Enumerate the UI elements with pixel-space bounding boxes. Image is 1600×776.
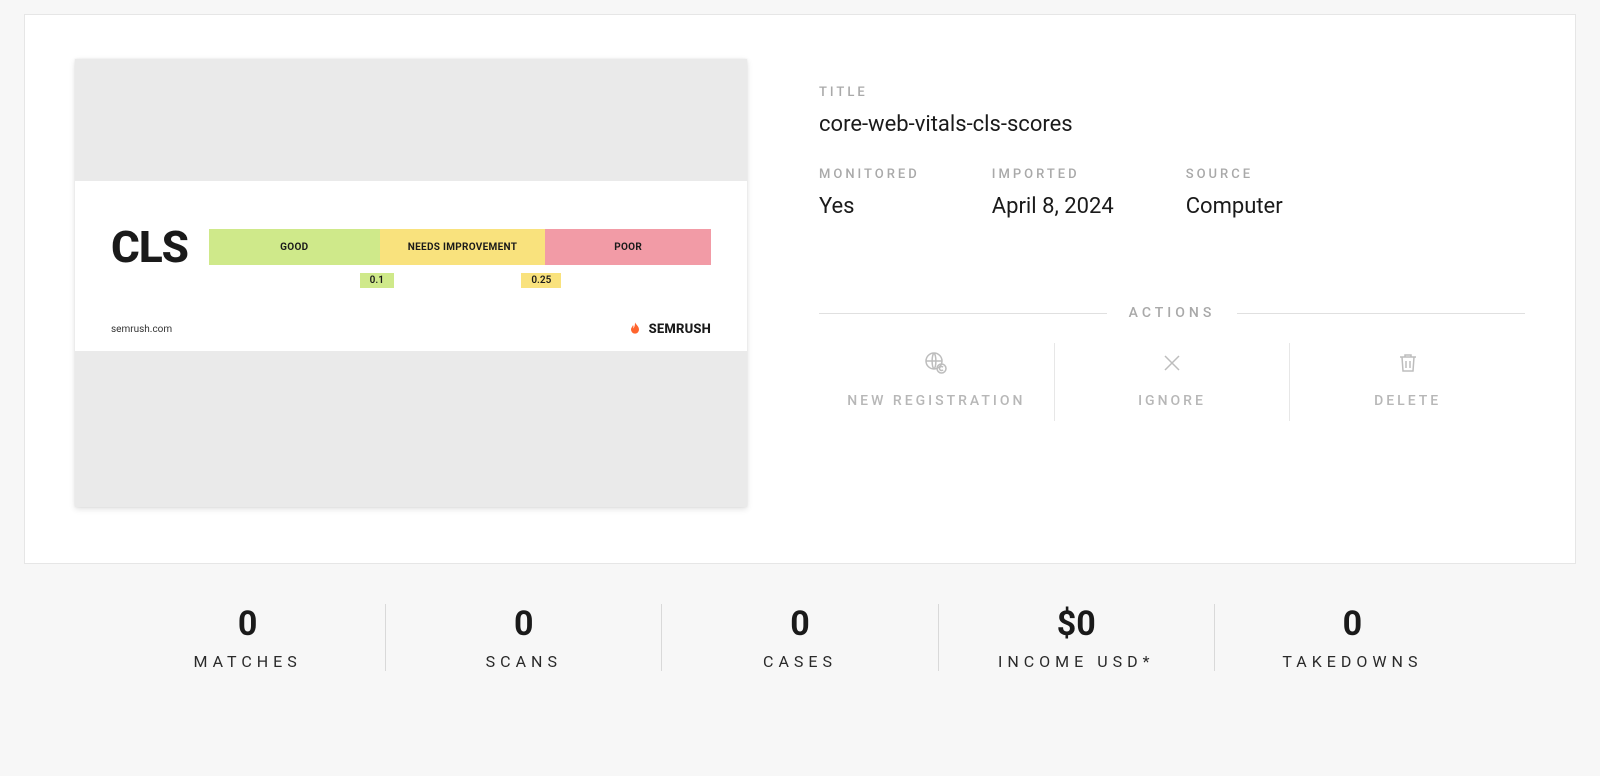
thumbnail-content: CLS GOOD NEEDS IMPROVEMENT POOR 0.1 0.25… bbox=[75, 181, 747, 351]
stat-matches-label: MATCHES bbox=[120, 652, 375, 671]
stat-scans-label: SCANS bbox=[396, 652, 651, 671]
stat-scans-value: 0 bbox=[396, 604, 651, 644]
actions-header: ACTIONS bbox=[819, 305, 1525, 321]
cls-thresholds: 0.1 0.25 bbox=[209, 273, 711, 295]
source-value: Computer bbox=[1186, 194, 1283, 219]
monitored-value: Yes bbox=[819, 194, 920, 219]
stat-matches: 0 MATCHES bbox=[110, 604, 385, 671]
stat-cases-label: CASES bbox=[672, 652, 927, 671]
stat-cases: 0 CASES bbox=[661, 604, 937, 671]
actions-row: NEW REGISTRATION IGNORE DELETE bbox=[819, 343, 1525, 421]
monitored-field: MONITORED Yes bbox=[819, 167, 920, 219]
meta-row: MONITORED Yes IMPORTED April 8, 2024 SOU… bbox=[819, 167, 1525, 219]
thumbnail-domain: semrush.com bbox=[111, 324, 172, 335]
cls-threshold-2: 0.25 bbox=[521, 273, 561, 288]
delete-button[interactable]: DELETE bbox=[1289, 343, 1525, 421]
asset-detail-card: CLS GOOD NEEDS IMPROVEMENT POOR 0.1 0.25… bbox=[24, 14, 1576, 564]
trash-icon bbox=[1396, 351, 1420, 375]
delete-label: DELETE bbox=[1374, 393, 1441, 409]
cls-segment-needs-improvement: NEEDS IMPROVEMENT bbox=[380, 229, 546, 265]
actions-heading: ACTIONS bbox=[1107, 305, 1238, 321]
close-icon bbox=[1160, 351, 1184, 375]
stat-income-value: $0 bbox=[949, 604, 1204, 644]
cls-heading: CLS bbox=[111, 221, 193, 273]
globe-copyright-icon bbox=[924, 351, 948, 375]
new-registration-button[interactable]: NEW REGISTRATION bbox=[819, 343, 1054, 421]
stat-takedowns-value: 0 bbox=[1225, 604, 1480, 644]
source-label: SOURCE bbox=[1186, 167, 1283, 182]
monitored-label: MONITORED bbox=[819, 167, 920, 182]
imported-value: April 8, 2024 bbox=[992, 194, 1114, 219]
thumbnail-column: CLS GOOD NEEDS IMPROVEMENT POOR 0.1 0.25… bbox=[75, 59, 747, 507]
stat-matches-value: 0 bbox=[120, 604, 375, 644]
ignore-button[interactable]: IGNORE bbox=[1054, 343, 1290, 421]
stat-income-label: INCOME USD* bbox=[949, 652, 1204, 671]
stat-income: $0 INCOME USD* bbox=[938, 604, 1214, 671]
cls-segment-poor: POOR bbox=[545, 229, 711, 265]
divider-line bbox=[1237, 313, 1525, 314]
title-value: core-web-vitals-cls-scores bbox=[819, 112, 1525, 137]
title-field: TITLE core-web-vitals-cls-scores bbox=[819, 85, 1525, 137]
title-label: TITLE bbox=[819, 85, 1525, 100]
thumbnail-letterbox-top bbox=[75, 59, 747, 181]
cls-segment-good: GOOD bbox=[209, 229, 380, 265]
divider-line bbox=[819, 313, 1107, 314]
thumbnail-letterbox-bottom bbox=[75, 351, 747, 507]
stats-row: 0 MATCHES 0 SCANS 0 CASES $0 INCOME USD*… bbox=[0, 564, 1600, 713]
stat-takedowns: 0 TAKEDOWNS bbox=[1214, 604, 1490, 671]
ignore-label: IGNORE bbox=[1138, 393, 1206, 409]
semrush-brand-text: SEMRUSH bbox=[649, 322, 711, 337]
new-registration-label: NEW REGISTRATION bbox=[847, 393, 1025, 409]
cls-threshold-1: 0.1 bbox=[360, 273, 394, 288]
source-field: SOURCE Computer bbox=[1186, 167, 1283, 219]
detail-column: TITLE core-web-vitals-cls-scores MONITOR… bbox=[819, 59, 1525, 507]
stat-takedowns-label: TAKEDOWNS bbox=[1225, 652, 1480, 671]
imported-label: IMPORTED bbox=[992, 167, 1114, 182]
cls-row: CLS GOOD NEEDS IMPROVEMENT POOR bbox=[111, 221, 711, 273]
thumbnail-footer: semrush.com SEMRUSH bbox=[111, 295, 711, 337]
asset-thumbnail[interactable]: CLS GOOD NEEDS IMPROVEMENT POOR 0.1 0.25… bbox=[75, 59, 747, 507]
cls-score-bar: GOOD NEEDS IMPROVEMENT POOR bbox=[209, 229, 711, 265]
stat-scans: 0 SCANS bbox=[385, 604, 661, 671]
semrush-logo: SEMRUSH bbox=[627, 321, 711, 337]
imported-field: IMPORTED April 8, 2024 bbox=[992, 167, 1114, 219]
flame-icon bbox=[627, 321, 643, 337]
stat-cases-value: 0 bbox=[672, 604, 927, 644]
